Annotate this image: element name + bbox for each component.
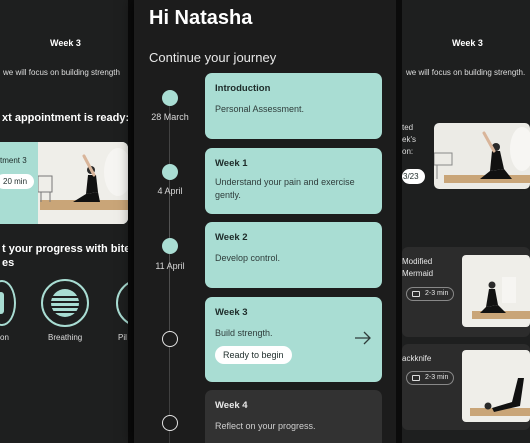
card-description: Personal Assessment.: [215, 104, 305, 114]
appointment-photo[interactable]: [434, 123, 530, 189]
journey-card-week-2[interactable]: Week 2 Develop control.: [205, 222, 382, 288]
center-phone-screen: Hi Natasha Continue your journey 28 Marc…: [134, 0, 396, 443]
timeline-date: 28 March: [151, 112, 189, 122]
exercise-name: ackknife: [402, 354, 432, 363]
breathing-category-button[interactable]: [41, 279, 89, 327]
timeline-dot-pending: [162, 331, 178, 347]
card-title: Week 2: [215, 232, 248, 243]
yoga-pose-illustration: [38, 142, 128, 224]
timeline-dot-complete: [162, 238, 178, 254]
card-title: Introduction: [215, 83, 271, 94]
appointment-text: ek's: [402, 135, 416, 144]
appointment-photo: [38, 142, 128, 224]
exercise-name: Mermaid: [402, 269, 434, 278]
duration-chip: 2-3 min: [406, 287, 454, 301]
card-description: Understand your pain and exercise gently…: [215, 177, 355, 200]
week-subtitle: we will focus on building strength.: [406, 68, 526, 77]
card-description: Develop control.: [215, 253, 281, 263]
appointment-date-pill: 3/23: [402, 169, 425, 184]
week-label: Week 3: [452, 38, 483, 48]
appointment-card-title: tment 3: [0, 156, 27, 165]
progress-heading: t your progress with bite-siz: [2, 243, 128, 255]
yoga-pose-illustration: [434, 123, 530, 189]
duration-text: 2-3 min: [425, 374, 449, 381]
progress-heading-cont: es: [2, 257, 15, 269]
card-description: Build strength.: [215, 328, 273, 338]
breathing-icon: [51, 289, 79, 317]
section-title: Continue your journey: [149, 50, 277, 65]
mermaid-pose-illustration: [462, 255, 530, 327]
exercise-name: Modified: [402, 257, 433, 266]
greeting: Hi Natasha: [149, 7, 253, 29]
week-subtitle: we will focus on building strength: [3, 68, 120, 77]
exercise-card[interactable]: Modified Mermaid 2-3 min: [402, 247, 530, 337]
journey-card-week-3[interactable]: Week 3 Build strength. Ready to begin: [205, 297, 382, 382]
journey-card-week-1[interactable]: Week 1 Understand your pain and exercise…: [205, 148, 382, 214]
arrow-right-icon[interactable]: [354, 331, 372, 345]
card-description: Reflect on your progress.: [215, 421, 316, 431]
journey-card-introduction[interactable]: Introduction Personal Assessment.: [205, 73, 382, 139]
pilates-category-button[interactable]: [116, 279, 128, 327]
duration-text: 2-3 min: [425, 290, 449, 297]
duration-chip: 2-3 min: [406, 371, 454, 385]
exercise-card[interactable]: ackknife 2-3 min: [402, 344, 530, 430]
duration-pill: 20 min: [0, 174, 35, 189]
timeline-date: 11 April: [155, 261, 185, 271]
timeline-dot-locked: [162, 415, 178, 431]
card-title: Week 1: [215, 158, 248, 169]
category-label: Pil: [118, 333, 127, 342]
timeline-dot-complete: [162, 164, 178, 180]
left-phone-screen: Week 3 we will focus on building strengt…: [0, 0, 128, 443]
video-icon: [412, 291, 420, 297]
appointment-text: on:: [402, 147, 414, 156]
pose-category-button[interactable]: [0, 280, 16, 326]
journey-card-week-4[interactable]: Week 4 Reflect on your progress.: [205, 390, 382, 443]
category-label: Breathing: [48, 333, 83, 342]
exercise-thumbnail: [462, 350, 530, 422]
exercise-thumbnail: [462, 255, 530, 327]
timeline-dot-complete: [162, 90, 178, 106]
right-phone-screen: Week 3 we will focus on building strengt…: [402, 0, 530, 443]
card-title: Week 4: [215, 400, 248, 411]
card-title: Week 3: [215, 307, 248, 318]
video-icon: [412, 375, 420, 381]
jackknife-pose-illustration: [462, 350, 530, 422]
pose-icon: [0, 292, 4, 314]
appointment-heading: xt appointment is ready:: [2, 112, 128, 124]
timeline-date: 4 April: [157, 186, 183, 196]
category-label: on: [0, 333, 9, 342]
ready-badge: Ready to begin: [215, 346, 292, 364]
week-label: Week 3: [50, 38, 81, 48]
appointment-text: ted: [402, 123, 414, 132]
appointment-card[interactable]: tment 3 20 min: [0, 142, 128, 224]
